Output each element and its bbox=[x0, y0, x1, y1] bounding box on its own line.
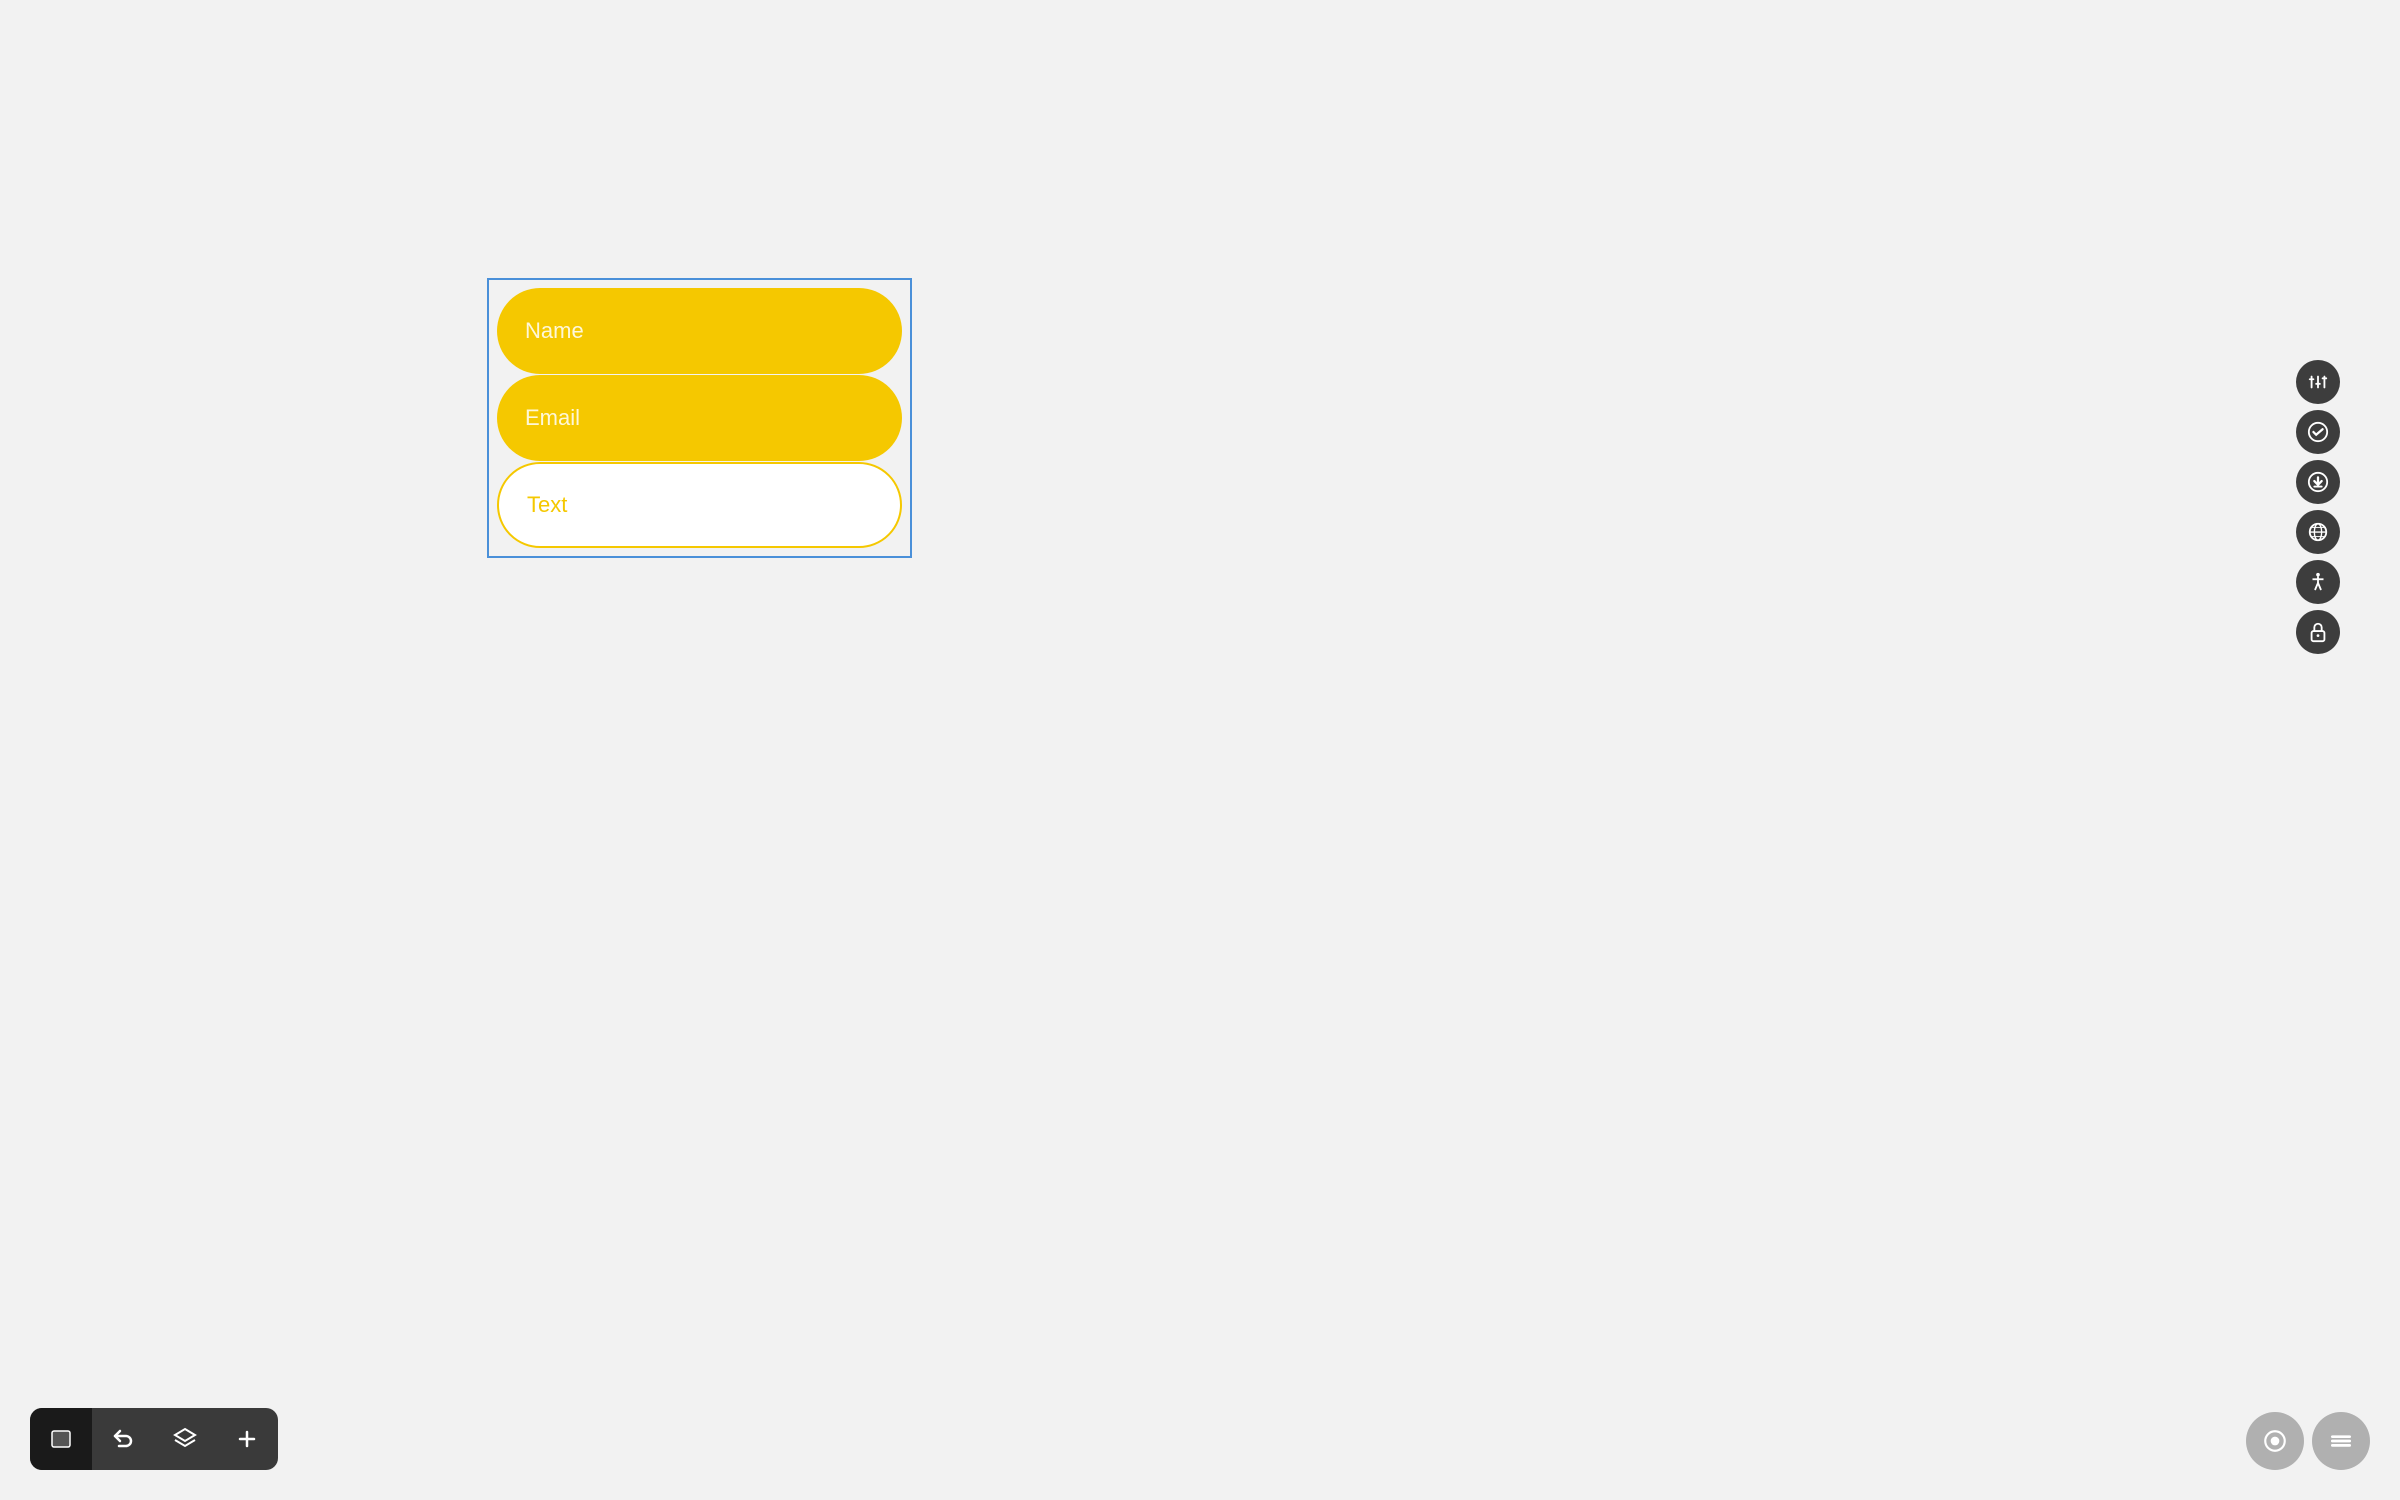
canvas: Name Email Text bbox=[0, 0, 2400, 1500]
layers-button[interactable] bbox=[154, 1408, 216, 1470]
text-field[interactable]: Text bbox=[497, 462, 902, 548]
undo-button[interactable] bbox=[92, 1408, 154, 1470]
accessibility-icon bbox=[2307, 571, 2329, 593]
bottom-toolbar bbox=[30, 1408, 278, 1470]
sliders-button[interactable] bbox=[2296, 360, 2340, 404]
name-label: Name bbox=[525, 318, 584, 344]
right-toolbar bbox=[2296, 360, 2340, 654]
download-button[interactable] bbox=[2296, 460, 2340, 504]
preview-button[interactable] bbox=[2246, 1412, 2304, 1470]
layers-icon bbox=[173, 1427, 197, 1451]
check-button[interactable] bbox=[2296, 410, 2340, 454]
add-icon bbox=[235, 1427, 259, 1451]
email-label: Email bbox=[525, 405, 580, 431]
form-container[interactable]: Name Email Text bbox=[487, 278, 912, 558]
menu-button[interactable] bbox=[2312, 1412, 2370, 1470]
check-icon bbox=[2307, 421, 2329, 443]
undo-icon bbox=[111, 1427, 135, 1451]
text-label: Text bbox=[527, 492, 567, 518]
preview-icon bbox=[2262, 1428, 2288, 1454]
accessibility-button[interactable] bbox=[2296, 560, 2340, 604]
lock-button[interactable] bbox=[2296, 610, 2340, 654]
bottom-right-controls bbox=[2246, 1412, 2370, 1470]
add-button[interactable] bbox=[216, 1408, 278, 1470]
globe-button[interactable] bbox=[2296, 510, 2340, 554]
lock-icon bbox=[2307, 621, 2329, 643]
globe-icon bbox=[2307, 521, 2329, 543]
email-field[interactable]: Email bbox=[497, 375, 902, 461]
layers-active-button[interactable] bbox=[30, 1408, 92, 1470]
menu-icon bbox=[2328, 1428, 2354, 1454]
download-icon bbox=[2307, 471, 2329, 493]
name-field[interactable]: Name bbox=[497, 288, 902, 374]
sliders-icon bbox=[2307, 371, 2329, 393]
layers-active-icon bbox=[49, 1427, 73, 1451]
